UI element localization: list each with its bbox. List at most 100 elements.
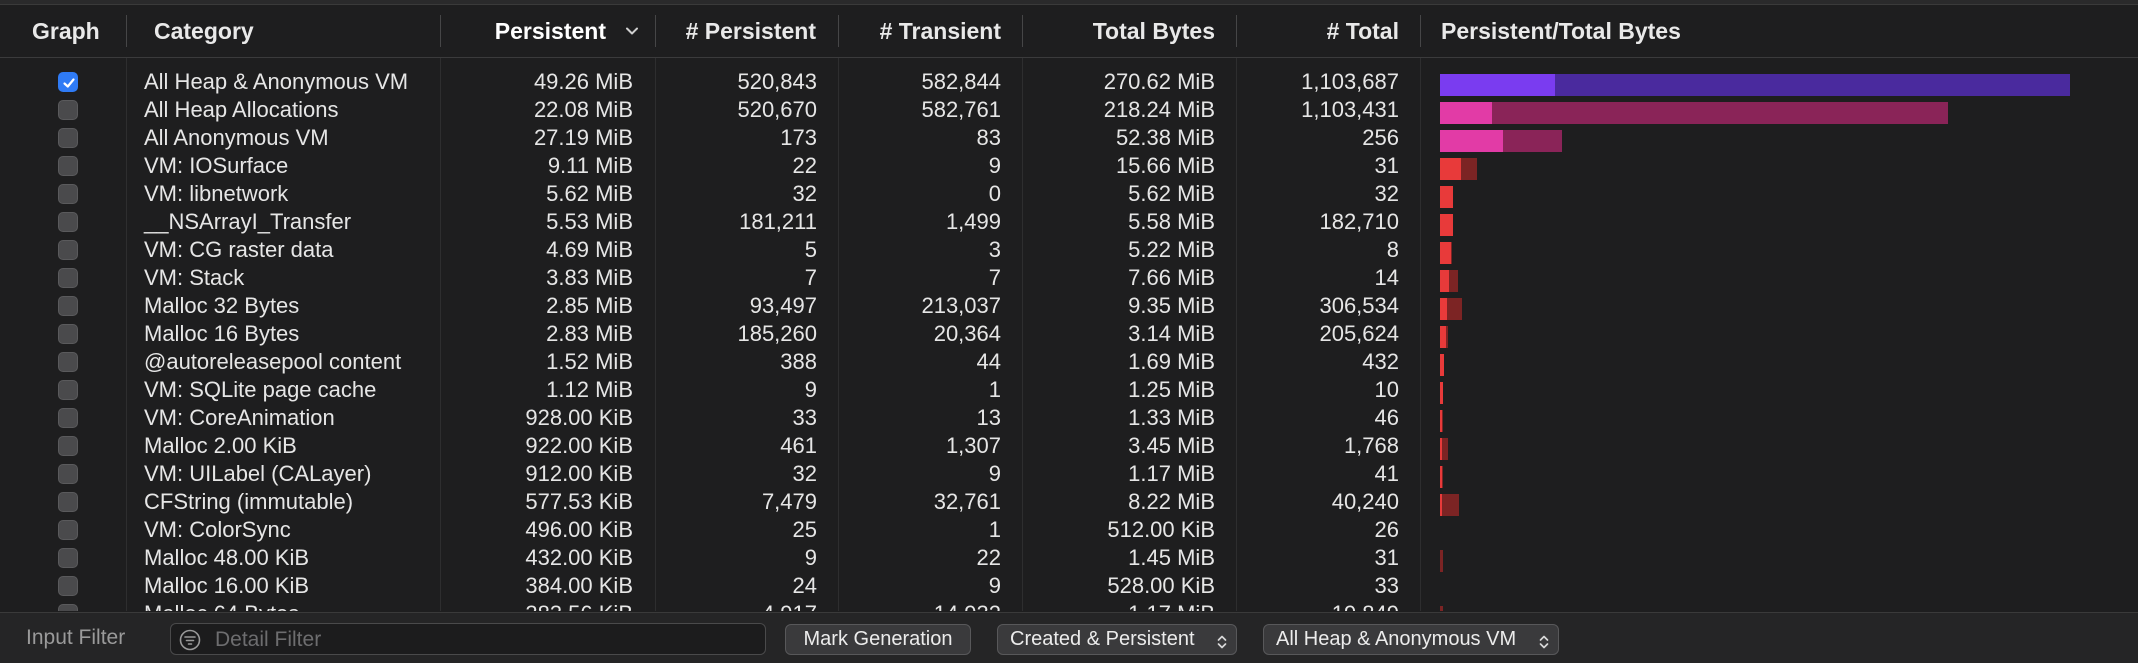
table-row[interactable]: VM: ColorSync 496.00 KiB 25 1 512.00 KiB 26: [0, 516, 2138, 544]
category-cell: All Heap & Anonymous VM: [144, 69, 409, 94]
table-row[interactable]: VM: SQLite page cache 1.12 MiB 9 1 1.25 MiB 1…: [0, 376, 2138, 404]
column-header-num-total[interactable]: # Total: [1237, 5, 1399, 57]
total-bytes-cell: 8.22 MiB: [1128, 489, 1215, 514]
column-header-graph[interactable]: Graph: [32, 5, 100, 57]
graph-checkbox[interactable]: [58, 436, 78, 456]
category-cell: VM: IOSurface: [144, 153, 289, 178]
graph-checkbox[interactable]: [58, 352, 78, 372]
graph-checkbox[interactable]: [58, 548, 78, 568]
persistent-bytes-bar: [1440, 214, 1453, 236]
persistent-cell: 432.00 KiB: [525, 545, 633, 570]
persistent-bytes-bar: [1440, 326, 1447, 348]
num-transient-cell: 582,761: [921, 97, 1001, 122]
table-row[interactable]: VM: UILabel (CALayer) 912.00 KiB 32 9 1.17 M…: [0, 460, 2138, 488]
graph-checkbox[interactable]: [58, 492, 78, 512]
num-transient-cell: 9: [988, 573, 1001, 598]
table-row[interactable]: __NSArrayI_Transfer 5.53 MiB 181,211 1,499 5…: [0, 208, 2138, 236]
table-row[interactable]: All Heap Allocations 22.08 MiB 520,670 582,…: [0, 96, 2138, 124]
chevron-up-down-icon: [1216, 631, 1228, 660]
category-cell: VM: Stack: [144, 265, 245, 290]
allocations-table[interactable]: All Heap & Anonymous VM 49.26 MiB 520,843 5…: [0, 58, 2138, 611]
graph-checkbox[interactable]: [58, 212, 78, 232]
table-row[interactable]: VM: IOSurface 9.11 MiB 22 9 15.66 MiB 31: [0, 152, 2138, 180]
persistent-bytes-bar: [1440, 158, 1462, 180]
num-total-cell: 31: [1374, 153, 1399, 178]
allocation-scope-popup[interactable]: All Heap & Anonymous VM: [1263, 624, 1559, 655]
num-total-cell: 46: [1374, 405, 1399, 430]
table-row[interactable]: CFString (immutable) 577.53 KiB 7,479 32,76…: [0, 488, 2138, 516]
persistent-cell: 912.00 KiB: [525, 461, 633, 486]
total-bytes-cell: 1.45 MiB: [1128, 545, 1215, 570]
persistent-bytes-bar: [1440, 74, 1555, 96]
detail-filter-input[interactable]: [213, 624, 757, 656]
filter-icon[interactable]: [179, 629, 201, 656]
category-cell: VM: CoreAnimation: [144, 405, 335, 430]
column-header-num-persistent[interactable]: # Persistent: [656, 5, 816, 57]
category-cell: Malloc 48.00 KiB: [144, 545, 310, 570]
num-transient-cell: 44: [976, 349, 1001, 374]
table-row[interactable]: VM: libnetwork 5.62 MiB 32 0 5.62 MiB 32: [0, 180, 2138, 208]
category-cell: VM: UILabel (CALayer): [144, 461, 372, 486]
graph-checkbox[interactable]: [58, 296, 78, 316]
table-row[interactable]: Malloc 48.00 KiB 432.00 KiB 9 22 1.45 MiB 31: [0, 544, 2138, 572]
detail-filter-field[interactable]: [170, 623, 766, 656]
table-row[interactable]: VM: Stack 3.83 MiB 7 7 7.66 MiB 14: [0, 264, 2138, 292]
allocation-type-popup[interactable]: Created & Persistent: [997, 624, 1237, 655]
column-divider[interactable]: [440, 15, 441, 47]
num-transient-cell: 9: [988, 153, 1001, 178]
graph-checkbox[interactable]: [58, 184, 78, 204]
graph-checkbox[interactable]: [58, 100, 78, 120]
num-transient-cell: 1: [988, 377, 1001, 402]
total-bytes-cell: 5.22 MiB: [1128, 237, 1215, 262]
total-bytes-cell: 5.58 MiB: [1128, 209, 1215, 234]
column-header-category[interactable]: Category: [154, 5, 254, 57]
graph-checkbox[interactable]: [58, 464, 78, 484]
mark-generation-button[interactable]: Mark Generation: [785, 624, 971, 655]
num-transient-cell: 14,932: [839, 600, 1001, 611]
graph-checkbox[interactable]: [58, 520, 78, 540]
num-transient-cell: 32,761: [933, 489, 1001, 514]
table-row[interactable]: VM: CoreAnimation 928.00 KiB 33 13 1.33 MiB 4…: [0, 404, 2138, 432]
num-transient-cell: 9: [988, 461, 1001, 486]
num-total-cell: 182,710: [1319, 209, 1399, 234]
graph-checkbox[interactable]: [58, 576, 78, 596]
total-bytes-cell: 218.24 MiB: [1103, 97, 1215, 122]
column-header-total-bytes[interactable]: Total Bytes: [1023, 5, 1215, 57]
graph-checkbox[interactable]: [58, 380, 78, 400]
num-persistent-cell: 461: [780, 433, 817, 458]
persistent-bytes-bar: [1440, 354, 1444, 376]
table-row[interactable]: VM: CG raster data 4.69 MiB 5 3 5.22 MiB 8: [0, 236, 2138, 264]
chevron-up-down-icon: [1538, 631, 1550, 660]
column-divider[interactable]: [126, 15, 127, 47]
column-header-persistent[interactable]: Persistent: [470, 5, 640, 57]
table-row[interactable]: Malloc 16 Bytes 2.83 MiB 185,260 20,364 3.14…: [0, 320, 2138, 348]
graph-checkbox[interactable]: [58, 604, 78, 611]
graph-checkbox[interactable]: [58, 408, 78, 428]
table-row[interactable]: @autoreleasepool content 1.52 MiB 388 44 1.6…: [0, 348, 2138, 376]
table-row[interactable]: Malloc 32 Bytes 2.85 MiB 93,497 213,037 9.35…: [0, 292, 2138, 320]
column-header-persistent-label: Persistent: [494, 18, 606, 44]
table-row[interactable]: Malloc 2.00 KiB 922.00 KiB 461 1,307 3.45 Mi…: [0, 432, 2138, 460]
graph-checkbox[interactable]: [58, 240, 78, 260]
column-header-ratio[interactable]: Persistent/Total Bytes: [1441, 5, 1681, 57]
category-cell: All Anonymous VM: [144, 125, 329, 150]
column-divider[interactable]: [1420, 15, 1421, 47]
num-total-cell: 1,103,431: [1301, 97, 1399, 122]
num-transient-cell: 1,307: [945, 433, 1001, 458]
input-filter-label[interactable]: Input Filter: [26, 613, 125, 663]
total-bytes-cell: 1.69 MiB: [1128, 349, 1215, 374]
table-row[interactable]: All Anonymous VM 27.19 MiB 173 83 52.38 MiB 2…: [0, 124, 2138, 152]
table-row[interactable]: Malloc 16.00 KiB 384.00 KiB 24 9 528.00 KiB 3…: [0, 572, 2138, 600]
table-row[interactable]: Malloc 64 Bytes 383.56 KiB 4,917 14,932 1.17…: [0, 600, 2138, 611]
graph-checkbox[interactable]: [58, 268, 78, 288]
total-bytes-bar: [1440, 550, 1444, 572]
num-total-cell: 14: [1374, 265, 1399, 290]
graph-checkbox[interactable]: [58, 156, 78, 176]
graph-checkbox[interactable]: [58, 128, 78, 148]
chevron-down-icon[interactable]: [624, 23, 640, 44]
column-header-num-transient[interactable]: # Transient: [839, 5, 1001, 57]
graph-checkbox[interactable]: [58, 324, 78, 344]
table-row[interactable]: All Heap & Anonymous VM 49.26 MiB 520,843 5…: [0, 68, 2138, 96]
num-persistent-cell: 4,917: [656, 600, 817, 611]
graph-checkbox[interactable]: [58, 72, 78, 92]
